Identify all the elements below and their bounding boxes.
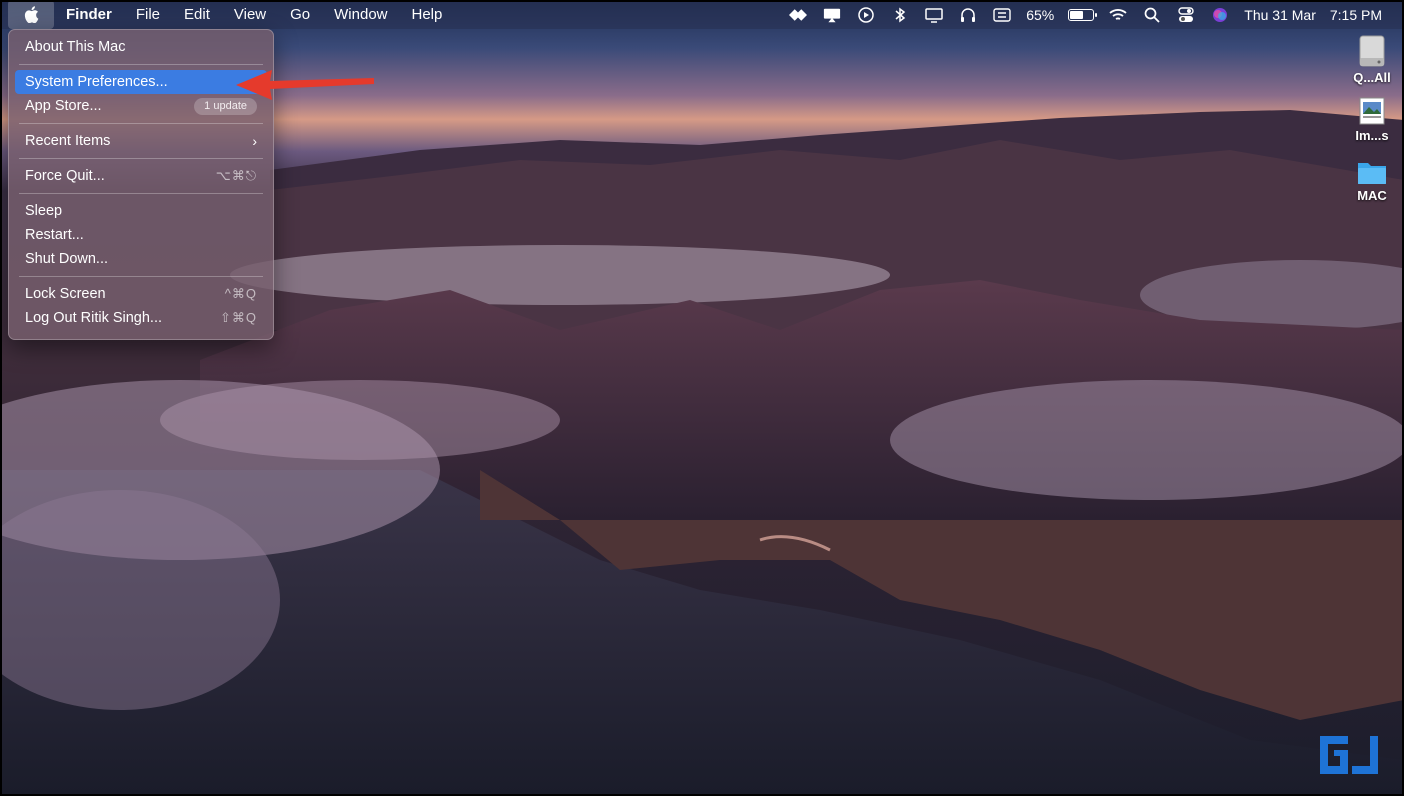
menu-item-label: System Preferences... [25,74,168,90]
messenger-icon[interactable] [788,7,808,23]
menu-item-app-store[interactable]: App Store... 1 update [15,94,267,118]
menu-separator [19,123,263,124]
menu-finder[interactable]: Finder [54,0,124,29]
bluetooth-icon[interactable] [890,7,910,23]
watermark-logo [1320,736,1378,774]
desktop-icon-label: Im...s [1355,128,1389,143]
headphones-icon[interactable] [958,7,978,23]
menu-bar: Finder File Edit View Go Window Help 65% [0,0,1404,29]
menu-help[interactable]: Help [400,0,455,29]
desktop-icon-folder[interactable]: MAC [1342,158,1402,203]
menu-item-label: Sleep [25,203,63,219]
menu-separator [19,64,263,65]
menu-item-label: Shut Down... [25,251,109,267]
wifi-icon[interactable] [1108,7,1128,23]
display-icon[interactable] [924,7,944,23]
screen-mirror-icon[interactable] [822,7,842,23]
menu-edit[interactable]: Edit [172,0,222,29]
apple-icon [24,6,38,23]
menu-item-label: App Store... [25,98,102,114]
menu-item-about-this-mac[interactable]: About This Mac [15,35,267,59]
menu-window[interactable]: Window [322,0,399,29]
menu-item-label: Recent Items [25,133,111,149]
menu-view[interactable]: View [222,0,278,29]
battery-level-fill [1070,10,1084,19]
menu-item-log-out[interactable]: Log Out Ritik Singh... ⇧⌘Q [15,306,267,330]
desktop-icon-label: Q...All [1353,70,1391,85]
menu-item-label: Log Out Ritik Singh... [25,310,163,326]
apple-menu-button[interactable] [8,0,54,29]
desktop-icon-label: MAC [1357,188,1387,203]
menu-item-recent-items[interactable]: Recent Items › [15,129,267,153]
menu-go[interactable]: Go [278,0,322,29]
play-icon[interactable] [856,6,876,23]
status-area: 65% Thu 31 Mar 7:15 PM [788,0,1382,29]
menu-separator [19,276,263,277]
menu-item-label: Lock Screen [25,286,106,302]
menu-file[interactable]: File [124,0,172,29]
shortcut-label: ⌥⌘⎋ [215,168,257,183]
menu-item-restart[interactable]: Restart... [15,223,267,247]
shortcut-label: ^⌘Q [224,286,257,301]
menu-item-shut-down[interactable]: Shut Down... [15,247,267,271]
battery-percent: 65% [1026,6,1055,23]
time-label[interactable]: 7:15 PM [1330,7,1382,23]
menu-separator [19,193,263,194]
date-label[interactable]: Thu 31 Mar [1244,7,1316,23]
desktop-icon-disk[interactable]: Q...All [1342,34,1402,85]
siri-icon[interactable] [1210,7,1230,23]
menu-separator [19,158,263,159]
folder-icon [1358,163,1386,184]
menu-item-label: About This Mac [25,39,126,55]
spotlight-search-icon[interactable] [1142,7,1162,23]
chevron-right-icon: › [252,133,257,149]
menu-item-force-quit[interactable]: Force Quit... ⌥⌘⎋ [15,164,267,188]
menu-item-system-preferences[interactable]: System Preferences... [15,70,267,94]
keyboard-input-icon[interactable] [992,7,1012,23]
menu-item-label: Restart... [25,227,84,243]
disk-icon [1359,35,1385,67]
annotation-arrow [236,70,374,100]
shortcut-label: ⇧⌘Q [219,310,257,325]
battery-icon[interactable] [1068,8,1098,21]
menu-item-lock-screen[interactable]: Lock Screen ^⌘Q [15,282,267,306]
control-center-icon[interactable] [1176,6,1196,23]
menu-item-label: Force Quit... [25,168,105,184]
menu-item-sleep[interactable]: Sleep [15,199,267,223]
image-file-icon [1359,97,1385,125]
desktop-icon-image[interactable]: Im...s [1342,96,1402,143]
